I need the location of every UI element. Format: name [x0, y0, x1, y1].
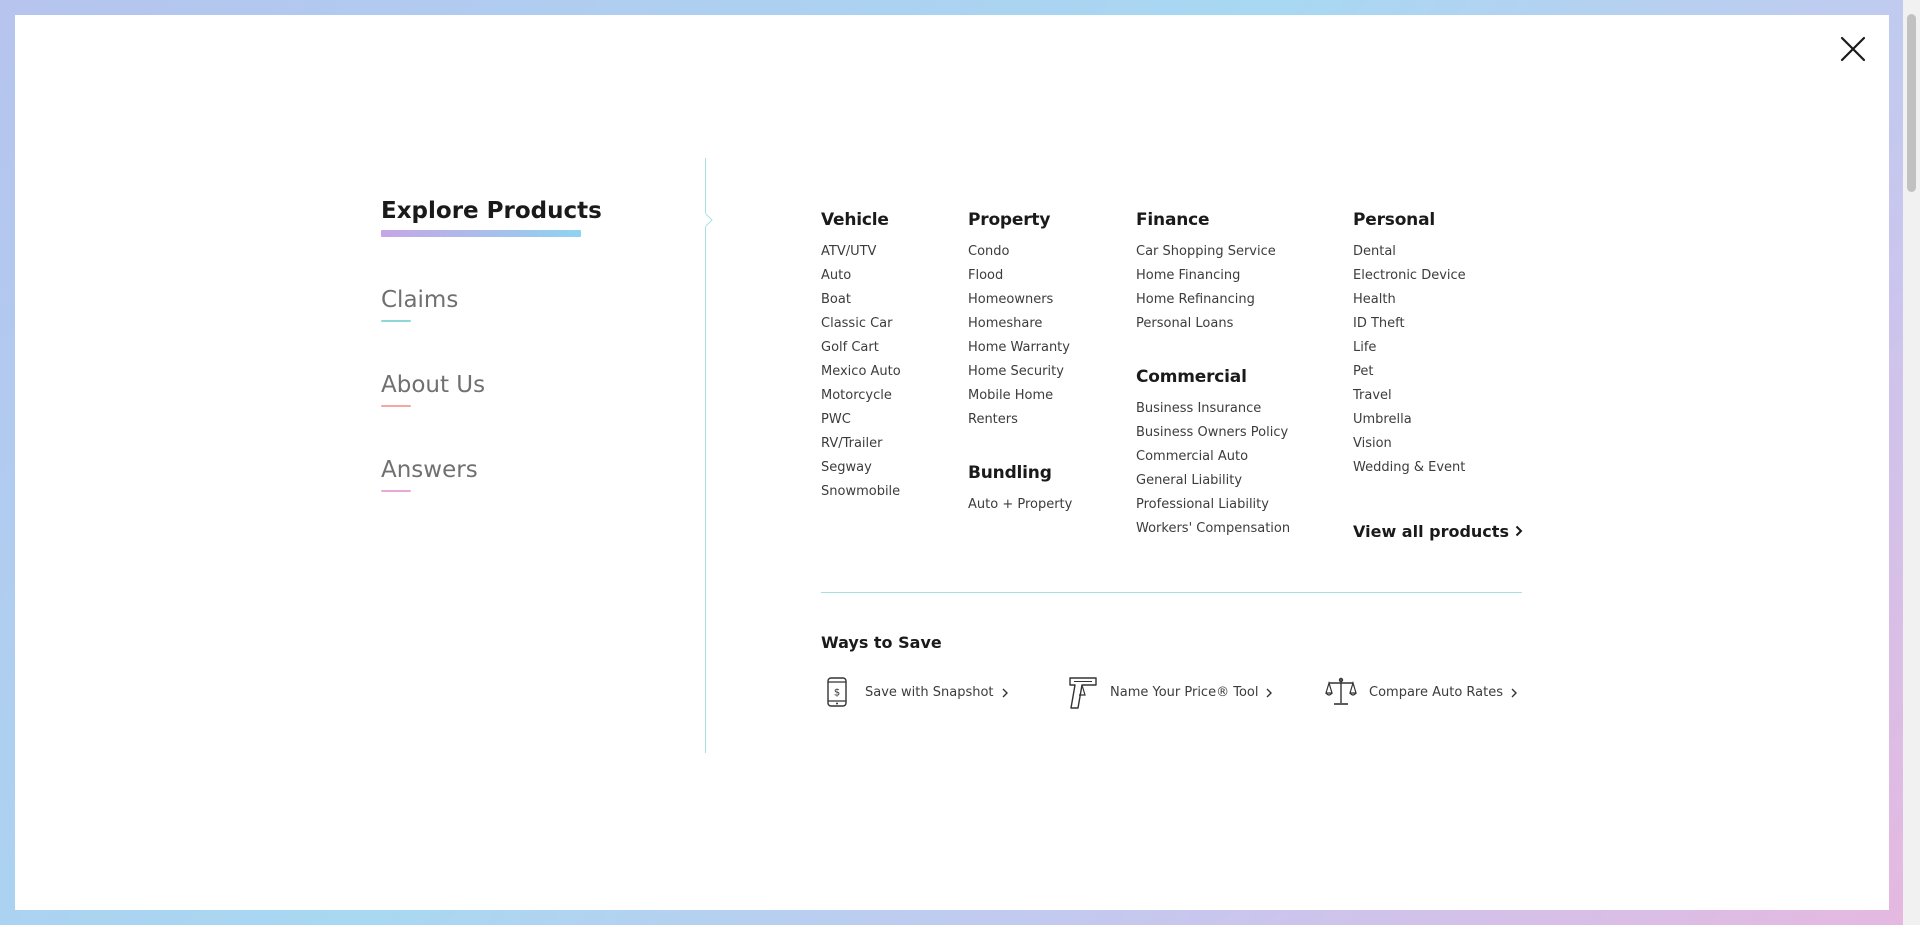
view-all-products-label: View all products	[1353, 522, 1509, 541]
active-pointer-icon	[703, 213, 713, 227]
product-link-mexico-auto[interactable]: Mexico Auto	[821, 360, 901, 384]
nav-explore-products[interactable]: Explore Products	[381, 196, 681, 237]
product-link-business-insurance[interactable]: Business Insurance	[1136, 397, 1290, 421]
product-link-pet[interactable]: Pet	[1353, 360, 1466, 384]
nav-overlay-panel	[15, 15, 1889, 910]
nav-about-us-label: About Us	[381, 372, 486, 398]
product-link-renters[interactable]: Renters	[968, 408, 1072, 432]
ways-to-save-heading: Ways to Save	[821, 633, 942, 652]
product-link-boat[interactable]: Boat	[821, 288, 901, 312]
primary-nav: Explore Products Claims About Us Answers	[381, 196, 681, 540]
category-heading: Property	[968, 210, 1051, 230]
nav-active-underline	[381, 230, 581, 237]
product-link-workers-compensation[interactable]: Workers' Compensation	[1136, 517, 1290, 541]
product-link-golf-cart[interactable]: Golf Cart	[821, 336, 901, 360]
scrollbar-thumb[interactable]	[1907, 14, 1916, 192]
save-with-snapshot-label: Save with Snapshot	[865, 684, 994, 700]
bundling-list: Auto + Property	[968, 493, 1072, 517]
product-link-pwc[interactable]: PWC	[821, 408, 901, 432]
product-link-classic-car[interactable]: Classic Car	[821, 312, 901, 336]
category-heading: Commercial	[1136, 367, 1247, 387]
product-link-life[interactable]: Life	[1353, 336, 1466, 360]
vehicle-list: ATV/UTV Auto Boat Classic Car Golf Cart …	[821, 240, 901, 504]
nav-explore-products-label: Explore Products	[381, 198, 602, 224]
vertical-divider	[705, 158, 706, 753]
product-link-business-owners-policy[interactable]: Business Owners Policy	[1136, 421, 1290, 445]
scrollbar[interactable]	[1903, 0, 1920, 925]
product-link-commercial-auto[interactable]: Commercial Auto	[1136, 445, 1290, 469]
product-link-health[interactable]: Health	[1353, 288, 1466, 312]
close-button[interactable]	[1838, 34, 1868, 64]
product-link-personal-loans[interactable]: Personal Loans	[1136, 312, 1290, 336]
property-list: Condo Flood Homeowners Homeshare Home Wa…	[968, 240, 1072, 432]
product-link-home-security[interactable]: Home Security	[968, 360, 1072, 384]
product-link-flood[interactable]: Flood	[968, 264, 1072, 288]
save-with-snapshot-link[interactable]: $ Save with Snapshot	[821, 674, 1008, 710]
column-personal: Personal Dental Electronic Device Health…	[1353, 208, 1466, 509]
nav-answers[interactable]: Answers	[381, 455, 681, 492]
product-link-vision[interactable]: Vision	[1353, 432, 1466, 456]
scales-icon	[1325, 675, 1357, 709]
product-link-snowmobile[interactable]: Snowmobile	[821, 480, 901, 504]
product-link-homeowners[interactable]: Homeowners	[968, 288, 1072, 312]
nav-underline	[381, 490, 411, 492]
compare-auto-rates-label: Compare Auto Rates	[1369, 684, 1503, 700]
category-heading: Personal	[1353, 210, 1435, 230]
nav-about-us[interactable]: About Us	[381, 370, 681, 407]
product-link-rv-trailer[interactable]: RV/Trailer	[821, 432, 901, 456]
product-link-home-refinancing[interactable]: Home Refinancing	[1136, 288, 1290, 312]
product-link-id-theft[interactable]: ID Theft	[1353, 312, 1466, 336]
product-link-home-financing[interactable]: Home Financing	[1136, 264, 1290, 288]
nav-underline	[381, 320, 411, 322]
product-link-travel[interactable]: Travel	[1353, 384, 1466, 408]
product-link-segway[interactable]: Segway	[821, 456, 901, 480]
column-finance: Finance Car Shopping Service Home Financ…	[1136, 208, 1290, 570]
category-heading: Finance	[1136, 210, 1210, 230]
category-heading: Bundling	[968, 463, 1052, 483]
product-link-professional-liability[interactable]: Professional Liability	[1136, 493, 1290, 517]
view-all-products-link[interactable]: View all products	[1353, 522, 1523, 541]
product-link-homeshare[interactable]: Homeshare	[968, 312, 1072, 336]
nav-answers-label: Answers	[381, 457, 478, 483]
personal-list: Dental Electronic Device Health ID Theft…	[1353, 240, 1466, 480]
chevron-right-icon	[1266, 683, 1273, 702]
chevron-right-icon	[1515, 522, 1523, 541]
product-link-car-shopping-service[interactable]: Car Shopping Service	[1136, 240, 1290, 264]
product-link-home-warranty[interactable]: Home Warranty	[968, 336, 1072, 360]
horizontal-divider	[821, 592, 1522, 593]
name-your-price-tool-link[interactable]: Name Your Price® Tool	[1066, 674, 1273, 710]
name-your-price-tool-label: Name Your Price® Tool	[1110, 684, 1259, 700]
column-vehicle: Vehicle ATV/UTV Auto Boat Classic Car Go…	[821, 208, 901, 533]
product-link-motorcycle[interactable]: Motorcycle	[821, 384, 901, 408]
chevron-right-icon	[1511, 683, 1517, 702]
product-link-auto-property[interactable]: Auto + Property	[968, 493, 1072, 517]
compare-auto-rates-link[interactable]: Compare Auto Rates	[1325, 674, 1517, 710]
chevron-right-icon	[1002, 683, 1008, 702]
finance-list: Car Shopping Service Home Financing Home…	[1136, 240, 1290, 336]
product-link-wedding-event[interactable]: Wedding & Event	[1353, 456, 1466, 480]
product-link-umbrella[interactable]: Umbrella	[1353, 408, 1466, 432]
product-link-electronic-device[interactable]: Electronic Device	[1353, 264, 1466, 288]
commercial-list: Business Insurance Business Owners Polic…	[1136, 397, 1290, 541]
product-link-atv-utv[interactable]: ATV/UTV	[821, 240, 901, 264]
svg-text:$: $	[834, 688, 840, 699]
phone-dollar-icon: $	[821, 675, 853, 709]
nav-claims[interactable]: Claims	[381, 285, 681, 322]
nav-underline	[381, 405, 411, 407]
column-property: Property Condo Flood Homeowners Homeshar…	[968, 208, 1072, 546]
product-link-general-liability[interactable]: General Liability	[1136, 469, 1290, 493]
category-heading: Vehicle	[821, 210, 889, 230]
product-link-mobile-home[interactable]: Mobile Home	[968, 384, 1072, 408]
nav-claims-label: Claims	[381, 287, 459, 313]
close-icon	[1840, 36, 1866, 62]
product-link-dental[interactable]: Dental	[1353, 240, 1466, 264]
product-link-auto[interactable]: Auto	[821, 264, 901, 288]
price-gun-icon	[1066, 675, 1098, 709]
product-link-condo[interactable]: Condo	[968, 240, 1072, 264]
